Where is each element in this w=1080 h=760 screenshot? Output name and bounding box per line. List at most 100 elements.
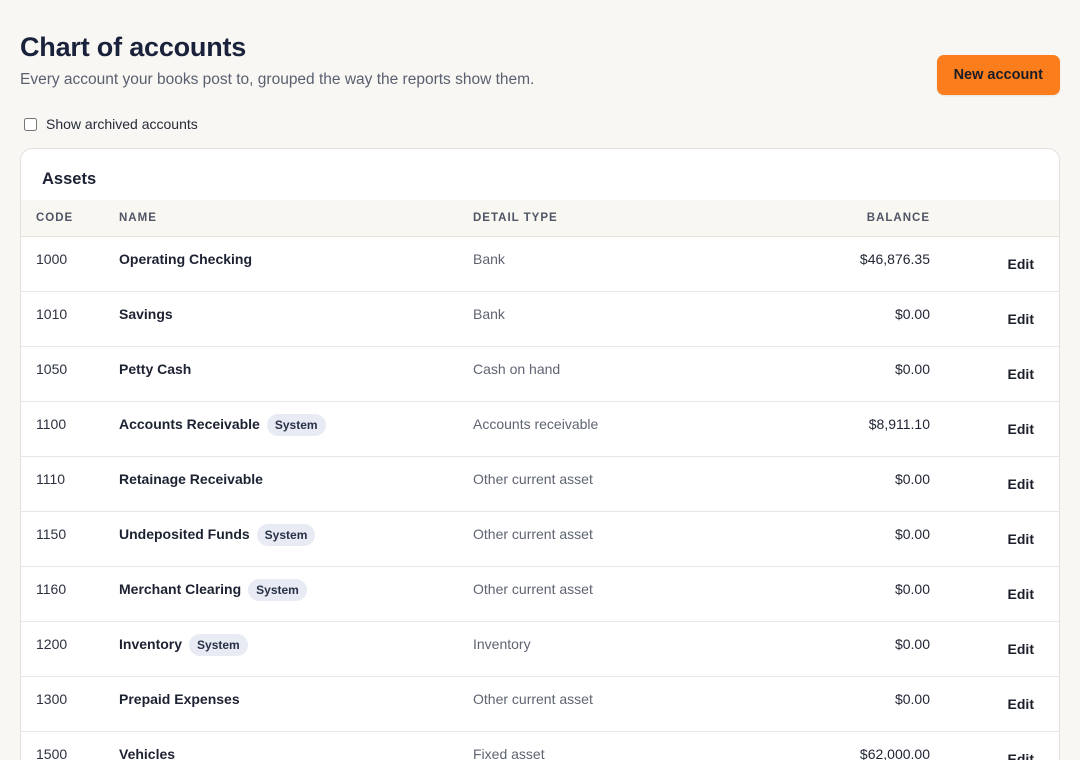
account-balance: $0.00: [894, 636, 930, 652]
show-archived-label: Show archived accounts: [46, 116, 198, 132]
account-name-cell: Savings: [119, 292, 473, 346]
group-title: Assets: [42, 170, 97, 188]
table-body: 1000 Operating Checking Bank $46,876.35 …: [21, 237, 1059, 760]
account-name-cell: Operating Checking: [119, 237, 473, 291]
system-badge: System: [256, 524, 316, 546]
column-header-detail-type: DETAIL TYPE: [473, 212, 558, 224]
page-title: Chart of accounts: [20, 32, 247, 62]
account-name-cell: Accounts Receivable System: [119, 402, 473, 456]
account-name[interactable]: Operating Checking: [119, 249, 252, 267]
account-balance: $46,876.35: [859, 251, 930, 267]
edit-button[interactable]: Edit: [1008, 531, 1034, 547]
account-detail-type: Bank: [473, 251, 505, 267]
account-code: 1050: [36, 361, 68, 377]
chart-of-accounts-page: Chart of accounts Every account your boo…: [0, 0, 1080, 760]
account-actions: Edit: [930, 292, 1059, 346]
account-balance: $0.00: [894, 526, 930, 542]
account-name-cell: Retainage Receivable: [119, 457, 473, 511]
account-balance: $0.00: [894, 691, 930, 707]
page-subtitle: Every account your books post to, groupe…: [20, 71, 535, 88]
account-balance: $0.00: [894, 581, 930, 597]
account-detail-type: Other current asset: [473, 526, 593, 542]
account-balance: $62,000.00: [859, 746, 930, 760]
account-name[interactable]: Undeposited Funds: [119, 524, 250, 542]
account-actions: Edit: [930, 347, 1059, 401]
account-code: 1150: [36, 526, 67, 542]
edit-button[interactable]: Edit: [1008, 476, 1034, 492]
edit-button[interactable]: Edit: [1008, 641, 1034, 657]
account-detail-type: Bank: [473, 306, 505, 322]
account-name[interactable]: Vehicles: [119, 744, 175, 760]
account-name-cell: Vehicles: [119, 732, 473, 760]
edit-button[interactable]: Edit: [1008, 751, 1034, 760]
account-code: 1300: [36, 691, 68, 707]
column-header-name: NAME: [119, 212, 157, 224]
account-name[interactable]: Retainage Receivable: [119, 469, 263, 487]
account-name[interactable]: Inventory: [119, 634, 182, 652]
table-row: 1500 Vehicles Fixed asset $62,000.00 Edi…: [21, 732, 1059, 760]
account-balance: $0.00: [894, 361, 930, 377]
account-actions: Edit: [930, 567, 1059, 621]
edit-button[interactable]: Edit: [1008, 256, 1034, 272]
table-row: 1200 Inventory System Inventory $0.00 Ed…: [21, 622, 1059, 677]
account-code: 1160: [36, 581, 67, 597]
edit-button[interactable]: Edit: [1008, 421, 1034, 437]
account-name-cell: Undeposited Funds System: [119, 512, 473, 566]
table-header: CODE NAME DETAIL TYPE BALANCE: [21, 200, 1059, 237]
account-name-cell: Petty Cash: [119, 347, 473, 401]
account-actions: Edit: [930, 457, 1059, 511]
table-row: 1000 Operating Checking Bank $46,876.35 …: [21, 237, 1059, 292]
account-detail-type: Fixed asset: [473, 746, 545, 760]
account-actions: Edit: [930, 677, 1059, 731]
account-actions: Edit: [930, 732, 1059, 760]
system-badge: System: [266, 414, 326, 436]
table-row: 1160 Merchant Clearing System Other curr…: [21, 567, 1059, 622]
account-code: 1100: [36, 416, 67, 432]
account-name-cell: Inventory System: [119, 622, 473, 676]
account-balance: $0.00: [894, 471, 930, 487]
account-name-cell: Merchant Clearing System: [119, 567, 473, 621]
accounts-card: Assets CODE NAME DETAIL TYPE BALANCE 100…: [20, 148, 1060, 760]
table-row: 1150 Undeposited Funds System Other curr…: [21, 512, 1059, 567]
table-row: 1010 Savings Bank $0.00 Edit: [21, 292, 1059, 347]
show-archived-toggle[interactable]: Show archived accounts: [24, 116, 198, 132]
account-name[interactable]: Prepaid Expenses: [119, 689, 240, 707]
account-actions: Edit: [930, 237, 1059, 291]
account-balance: $8,911.10: [868, 416, 930, 432]
account-detail-type: Other current asset: [473, 581, 593, 597]
account-actions: Edit: [930, 512, 1059, 566]
system-badge: System: [248, 579, 307, 601]
account-code: 1010: [36, 306, 68, 322]
account-name-cell: Prepaid Expenses: [119, 677, 473, 731]
table-row: 1050 Petty Cash Cash on hand $0.00 Edit: [21, 347, 1059, 402]
account-name[interactable]: Savings: [119, 304, 173, 322]
account-detail-type: Other current asset: [473, 691, 593, 707]
table-row: 1110 Retainage Receivable Other current …: [21, 457, 1059, 512]
account-actions: Edit: [930, 402, 1059, 456]
account-code: 1500: [36, 746, 68, 760]
account-detail-type: Inventory: [473, 636, 531, 652]
column-header-code: CODE: [36, 212, 74, 224]
account-detail-type: Accounts receivable: [473, 416, 599, 432]
new-account-button[interactable]: New account: [936, 55, 1060, 95]
account-detail-type: Other current asset: [473, 471, 593, 487]
table-row: 1300 Prepaid Expenses Other current asse…: [21, 677, 1059, 732]
account-name[interactable]: Petty Cash: [119, 359, 191, 377]
system-badge: System: [189, 634, 248, 656]
account-actions: Edit: [930, 622, 1059, 676]
show-archived-checkbox[interactable]: [24, 117, 37, 131]
edit-button[interactable]: Edit: [1008, 696, 1034, 712]
table-row: 1100 Accounts Receivable System Accounts…: [21, 402, 1059, 457]
edit-button[interactable]: Edit: [1008, 586, 1034, 602]
account-code: 1200: [36, 636, 68, 652]
account-name[interactable]: Accounts Receivable: [119, 414, 260, 432]
column-header-balance: BALANCE: [866, 212, 930, 224]
account-balance: $0.00: [894, 306, 930, 322]
account-code: 1000: [36, 251, 68, 267]
account-detail-type: Cash on hand: [473, 361, 561, 377]
account-code: 1110: [36, 471, 66, 487]
page-header: Chart of accounts Every account your boo…: [20, 30, 1060, 91]
account-name[interactable]: Merchant Clearing: [119, 579, 241, 597]
edit-button[interactable]: Edit: [1008, 366, 1034, 382]
edit-button[interactable]: Edit: [1008, 311, 1034, 327]
